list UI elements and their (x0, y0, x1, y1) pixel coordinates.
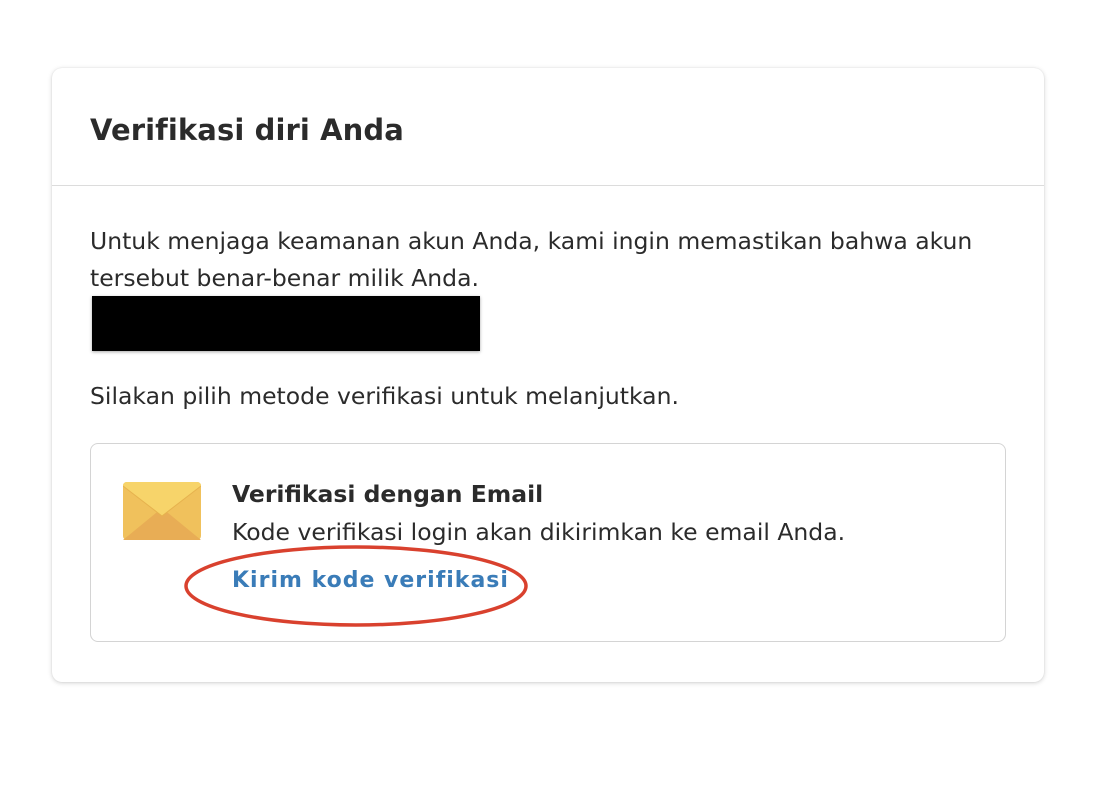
verification-card: Verifikasi diri Anda Untuk menjaga keama… (52, 68, 1044, 682)
email-verification-option[interactable]: Verifikasi dengan Email Kode verifikasi … (90, 443, 1006, 642)
send-code-link[interactable]: Kirim kode verifikasi (232, 564, 509, 598)
instruction-text: Silakan pilih metode verifikasi untuk me… (90, 382, 679, 410)
option-title: Verifikasi dengan Email (232, 480, 544, 508)
redacted-account-info (92, 296, 480, 351)
card-header: Verifikasi diri Anda (52, 68, 1044, 186)
intro-text: Untuk menjaga keamanan akun Anda, kami i… (90, 227, 973, 292)
option-description: Kode verifikasi login akan dikirimkan ke… (232, 518, 846, 546)
page-title: Verifikasi diri Anda (90, 112, 404, 147)
envelope-icon (123, 482, 201, 540)
